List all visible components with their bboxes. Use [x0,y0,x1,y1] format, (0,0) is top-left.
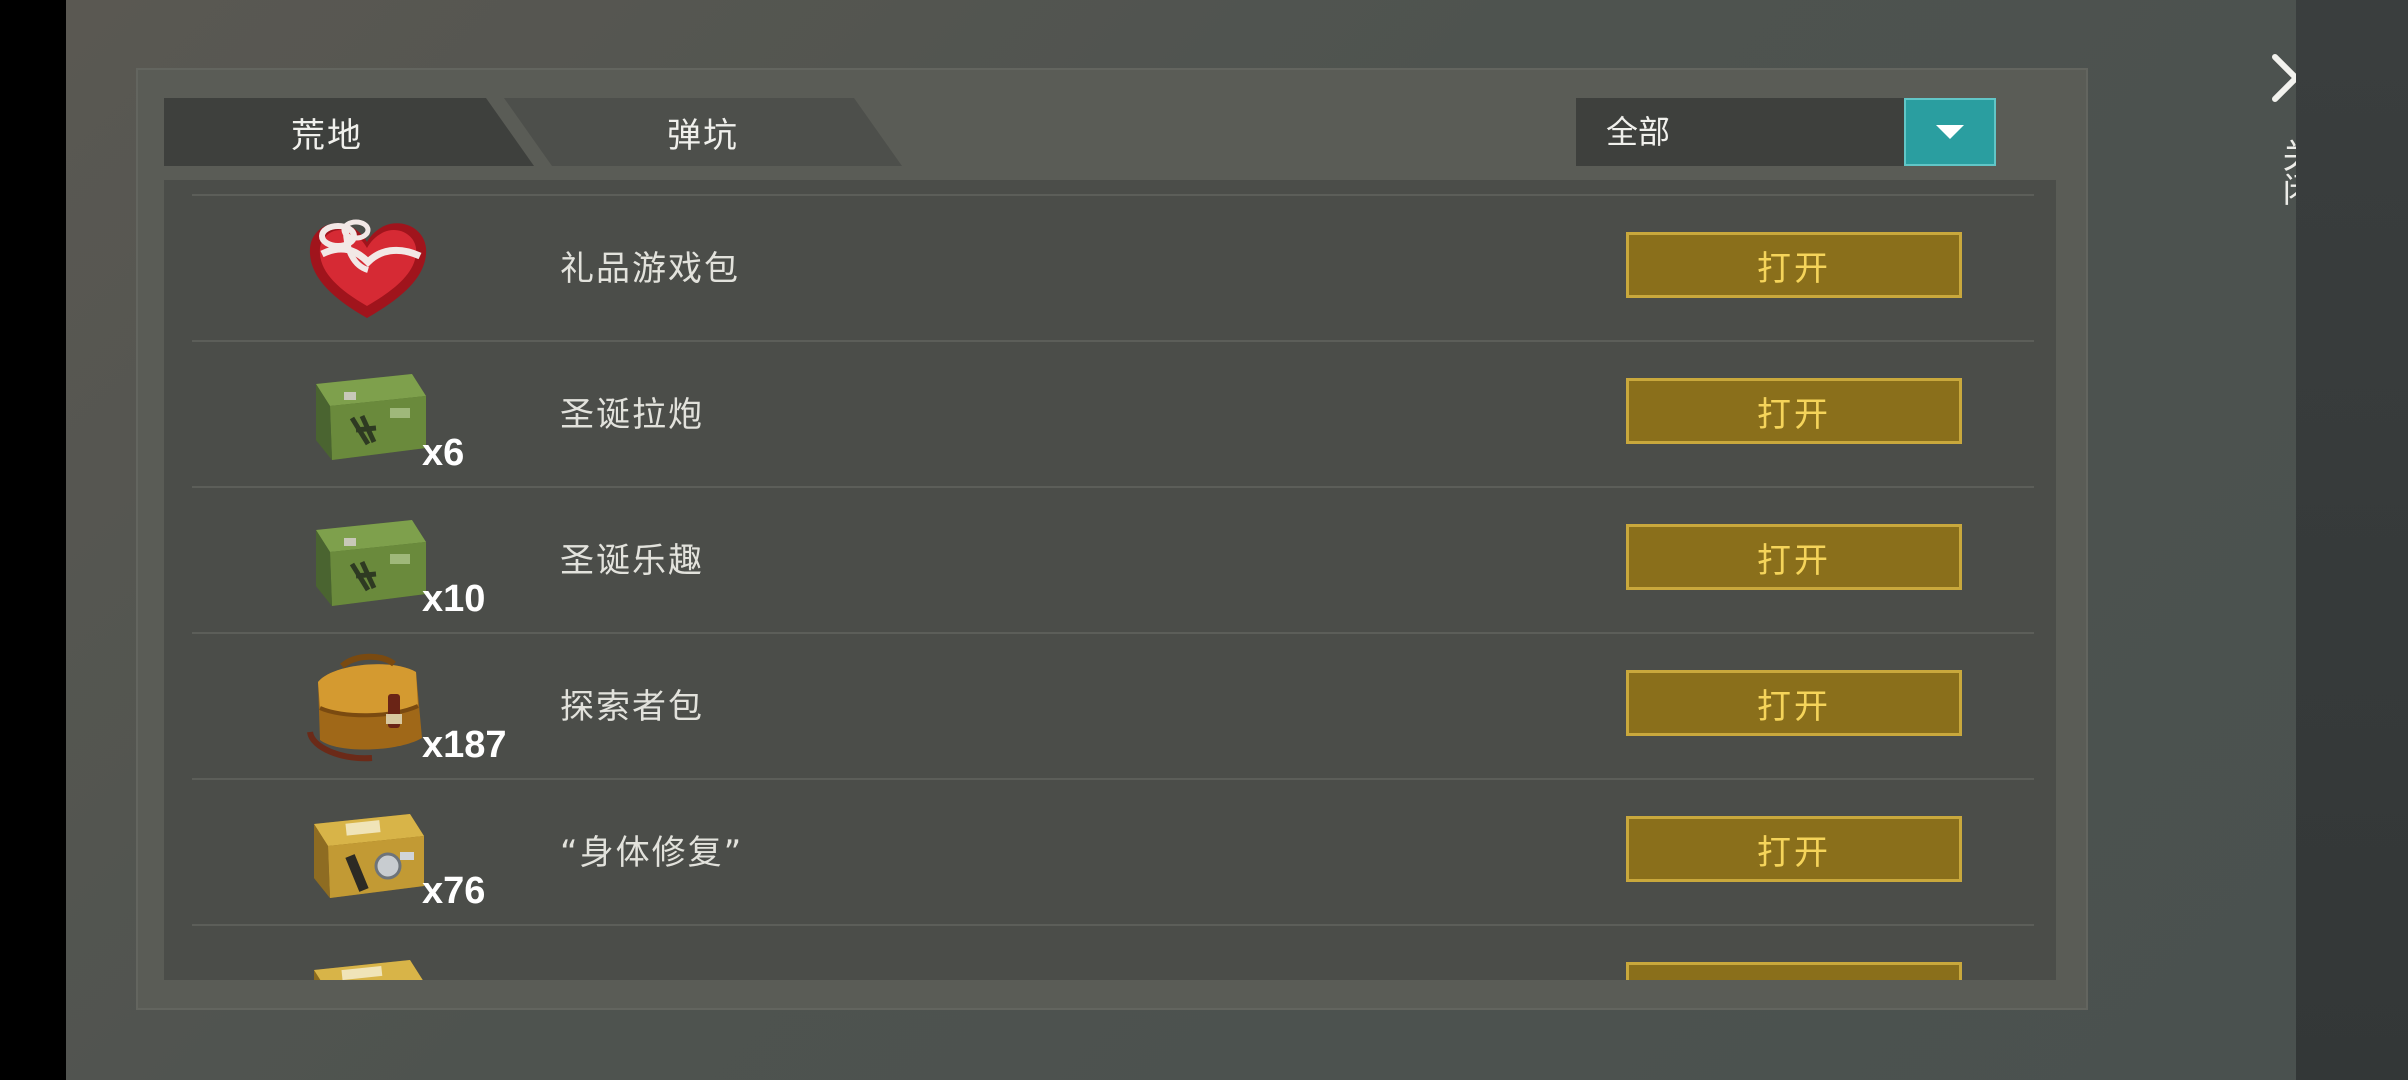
open-button[interactable]: 打开 [1626,232,1962,298]
filter-selected-value: 全部 [1606,113,1671,151]
item-name: 圣诞乐趣 [560,541,704,581]
open-button[interactable]: 打开 [1626,524,1962,590]
tab-wasteland[interactable]: 荒地 [164,98,534,166]
item-name: 礼品游戏包 [560,249,740,289]
close-button-label[interactable]: 关闭 [2276,138,2296,206]
item-list[interactable]: 礼品游戏包 打开 x6 圣诞拉炮 打开 x10 圣诞乐趣 打开 x187 探索者… [164,180,2056,980]
list-item: x76 “身体修复” 打开 [192,778,2034,926]
tab-label: 荒地 [291,115,363,156]
open-button[interactable]: 打开 [1626,816,1962,882]
green-military-crate-icon [316,520,426,606]
item-name: 探索者包 [560,687,704,727]
open-button[interactable]: 打开 [1626,670,1962,736]
item-count: x187 [422,724,507,766]
explorer-bag-icon [307,653,422,762]
list-item: x187 探索者包 打开 [192,632,2034,780]
blueprint-box-icon [314,960,423,980]
item-count: x6 [422,432,465,474]
dropdown-toggle-button[interactable] [1904,98,1996,166]
open-button[interactable]: 打开 [1626,378,1962,444]
green-military-crate-icon [316,374,426,460]
list-item: x10 圣诞乐趣 打开 [192,486,2034,634]
tab-label: 弹坑 [667,115,739,156]
open-button[interactable] [1626,962,1962,980]
item-name: 圣诞拉炮 [560,395,704,435]
item-count: x10 [422,578,486,620]
list-item [192,924,2034,980]
inventory-panel: 荒地 弹坑 全部 礼品游戏包 打开 x6 圣诞拉炮 打开 x10 圣诞乐趣 打开… [136,68,2088,1010]
game-screen: 荒地 弹坑 全部 礼品游戏包 打开 x6 圣诞拉炮 打开 x10 圣诞乐趣 打开… [66,0,2296,1080]
tab-crater[interactable]: 弹坑 [504,98,902,166]
list-item: x6 圣诞拉炮 打开 [192,340,2034,488]
item-name: “身体修复” [560,833,744,873]
right-edge-bar [2296,0,2408,1080]
chevron-down-icon [1936,125,1964,139]
category-filter-dropdown[interactable]: 全部 [1576,98,1996,166]
heart-gift-box-icon [309,219,427,318]
close-icon[interactable] [2270,52,2296,104]
medical-crate-icon [314,814,424,898]
list-item: 礼品游戏包 打开 [192,194,2034,342]
item-count: x76 [422,870,486,912]
